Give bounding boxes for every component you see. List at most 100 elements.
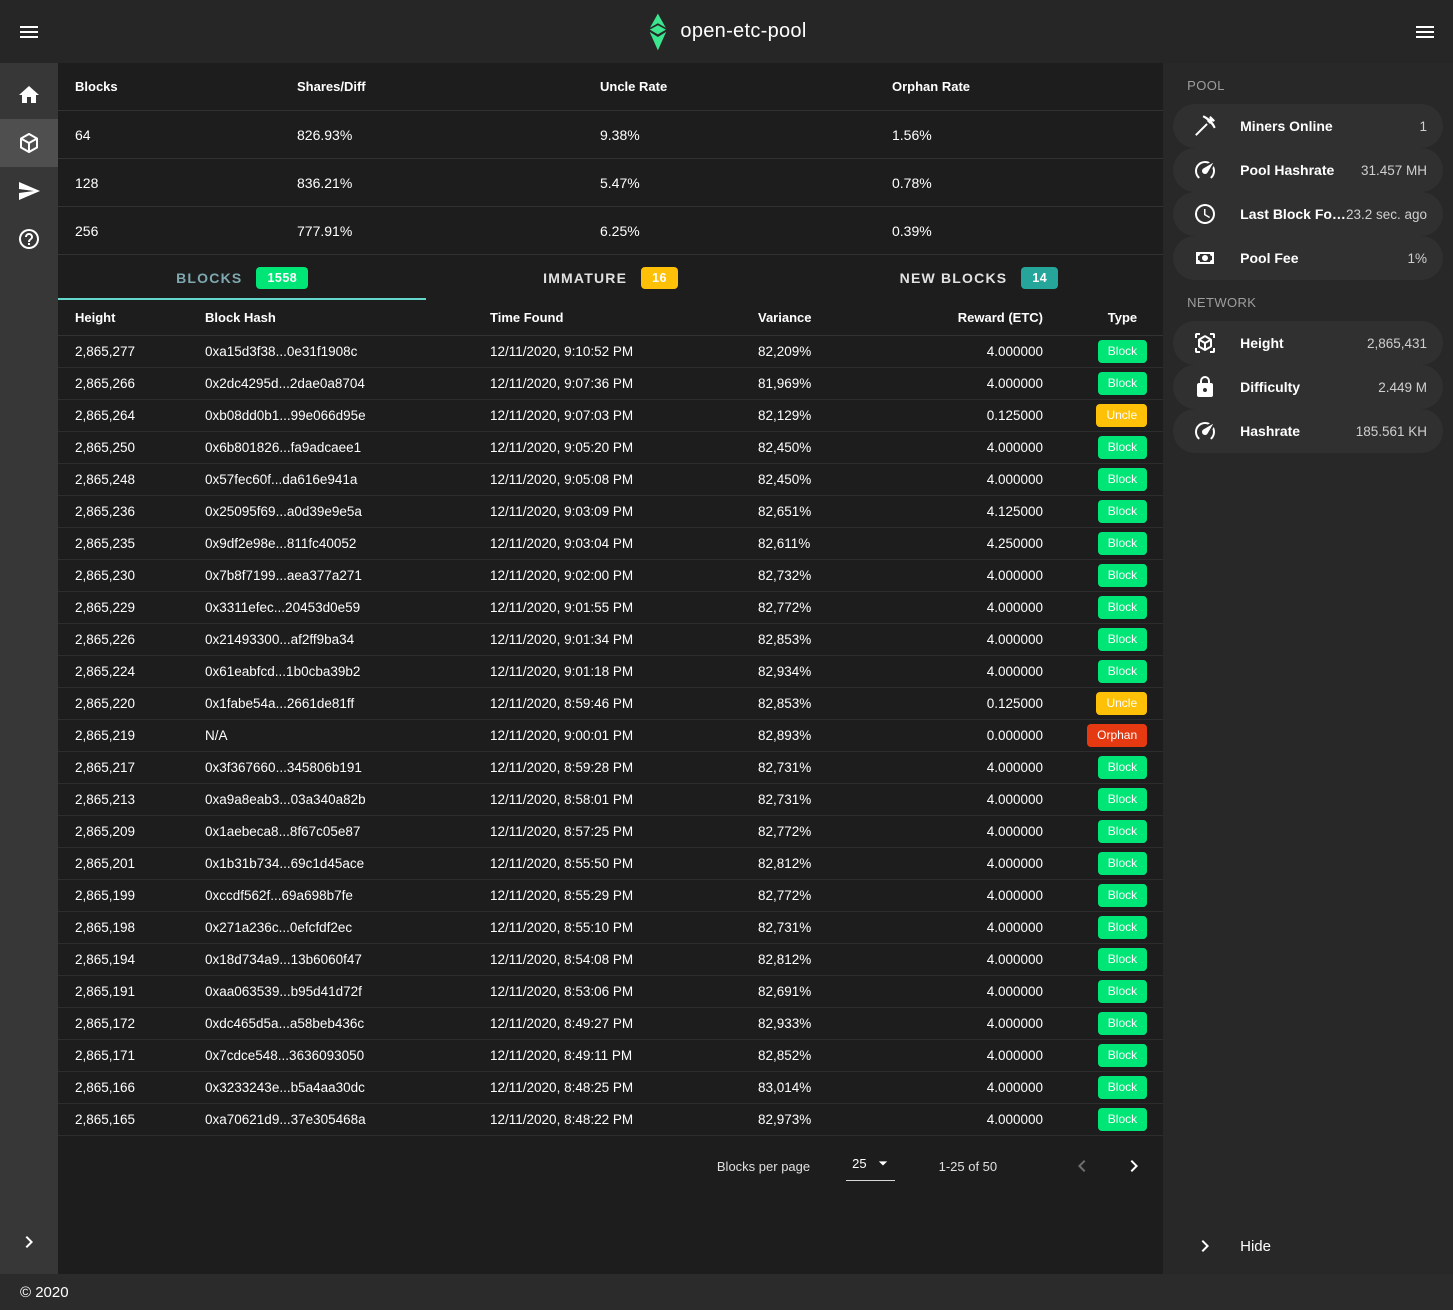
block-reward: 4.125000 [913,504,1043,519]
copyright: © 2020 [20,1284,69,1301]
block-variance: 82,651% [758,504,913,519]
block-reward: 4.000000 [913,760,1043,775]
block-height: 2,865,191 [75,984,205,999]
block-type-badge: Block [1098,820,1147,842]
stat-row-miners-online: Miners Online1 [1173,104,1443,148]
block-hash: 0x271a236c...0efcfdf2ec [205,920,490,935]
cube-scan-icon [1193,331,1217,355]
block-hash: 0xdc465d5a...a58beb436c [205,1016,490,1031]
right-menu-button[interactable] [1397,0,1453,63]
tab-count-badge: 16 [641,267,678,289]
block-time-found: 12/11/2020, 9:05:08 PM [490,472,758,487]
brand: open-etc-pool [646,13,806,51]
block-row: 2,865,219N/A12/11/2020, 9:00:01 PM82,893… [58,720,1163,752]
stat-value: 1 [1419,119,1427,134]
block-time-found: 12/11/2020, 8:59:28 PM [490,760,758,775]
home-icon [17,83,41,107]
block-reward: 4.000000 [913,1016,1043,1031]
block-variance: 82,732% [758,568,913,583]
block-hash: 0x9df2e98e...811fc40052 [205,536,490,551]
block-height: 2,865,213 [75,792,205,807]
lock-icon [1193,375,1217,399]
blocks-column-header: Block Hash [205,310,490,325]
block-type-badge: Block [1098,532,1147,554]
stats-cell: 5.47% [600,175,892,191]
block-variance: 82,772% [758,888,913,903]
block-type-badge: Block [1098,660,1147,682]
block-hash: 0x57fec60f...da616e941a [205,472,490,487]
block-height: 2,865,235 [75,536,205,551]
block-hash: 0x3233243e...b5a4aa30dc [205,1080,490,1095]
blocks-column-header: Height [75,310,205,325]
tab-blocks[interactable]: BLOCKS1558 [58,255,426,300]
sidebar-item-blocks[interactable] [0,119,58,167]
stats-cell: 64 [75,127,297,143]
sidebar-spacer [0,263,58,1218]
block-time-found: 12/11/2020, 9:05:20 PM [490,440,758,455]
stat-row-pool-hashrate: Pool Hashrate31.457 MH [1173,148,1443,192]
stats-cell: 0.39% [892,223,1147,239]
block-row: 2,865,2300x7b8f7199...aea377a27112/11/20… [58,560,1163,592]
block-type-badge: Block [1098,1076,1147,1098]
block-hash: 0xb08dd0b1...99e066d95e [205,408,490,423]
block-variance: 82,450% [758,440,913,455]
hide-sidebar-button[interactable]: Hide [1173,1224,1443,1268]
block-type-badge: Block [1098,564,1147,586]
chevron-left-icon [1070,1154,1094,1178]
block-hash: 0x1fabe54a...2661de81ff [205,696,490,711]
blocks-per-page-label: Blocks per page [717,1159,810,1174]
previous-page-button[interactable] [1069,1154,1095,1178]
main-content: BlocksShares/DiffUncle RateOrphan Rate 6… [58,63,1163,1274]
block-variance: 82,731% [758,920,913,935]
sidebar-item-home[interactable] [0,71,58,119]
stats-cell: 777.91% [297,223,600,239]
block-variance: 82,772% [758,824,913,839]
block-height: 2,865,219 [75,728,205,743]
block-type-badge: Block [1098,596,1147,618]
left-sidebar-nav [0,71,58,263]
block-height: 2,865,171 [75,1048,205,1063]
block-reward: 0.000000 [913,728,1043,743]
block-height: 2,865,266 [75,376,205,391]
block-height: 2,865,224 [75,664,205,679]
block-reward: 0.125000 [913,408,1043,423]
block-height: 2,865,250 [75,440,205,455]
sidebar-item-help[interactable] [0,215,58,263]
left-menu-button[interactable] [0,0,58,63]
block-reward: 4.000000 [913,1112,1043,1127]
stat-label: Last Block Fo… [1240,206,1346,222]
block-row: 2,865,1910xaa063539...b95d41d72f12/11/20… [58,976,1163,1008]
next-page-button[interactable] [1121,1154,1147,1178]
pool-section-title: POOL [1163,63,1453,104]
tab-label: BLOCKS [176,270,242,286]
block-height: 2,865,166 [75,1080,205,1095]
block-row: 2,865,2290x3311efec...20453d0e5912/11/20… [58,592,1163,624]
etc-logo-icon [646,13,668,51]
block-row: 2,865,1660x3233243e...b5a4aa30dc12/11/20… [58,1072,1163,1104]
block-reward: 4.000000 [913,568,1043,583]
block-reward: 4.000000 [913,856,1043,871]
stat-row-hashrate: Hashrate185.561 KH [1173,409,1443,453]
block-type-badge: Block [1098,948,1147,970]
block-time-found: 12/11/2020, 8:55:50 PM [490,856,758,871]
block-variance: 82,812% [758,856,913,871]
tab-immature[interactable]: IMMATURE16 [426,255,794,300]
block-hash: 0xa9a8eab3...03a340a82b [205,792,490,807]
block-time-found: 12/11/2020, 9:01:18 PM [490,664,758,679]
sidebar-item-payments[interactable] [0,167,58,215]
gauge-icon [1193,158,1217,182]
block-time-found: 12/11/2020, 9:00:01 PM [490,728,758,743]
block-time-found: 12/11/2020, 8:58:01 PM [490,792,758,807]
stat-row-height: Height2,865,431 [1173,321,1443,365]
page-size-select[interactable]: 25 [846,1151,894,1181]
tab-new-blocks[interactable]: NEW BLOCKS14 [795,255,1163,300]
dropdown-arrow-icon [873,1153,893,1173]
sidebar-expand-button[interactable] [0,1218,58,1266]
block-hash: 0x3f367660...345806b191 [205,760,490,775]
app-title: open-etc-pool [680,20,806,43]
stat-row-pool-fee: Pool Fee1% [1173,236,1443,280]
block-reward: 4.000000 [913,376,1043,391]
block-variance: 82,973% [758,1112,913,1127]
stat-value: 31.457 MH [1361,163,1427,178]
stats-column-header: Blocks [75,79,297,94]
